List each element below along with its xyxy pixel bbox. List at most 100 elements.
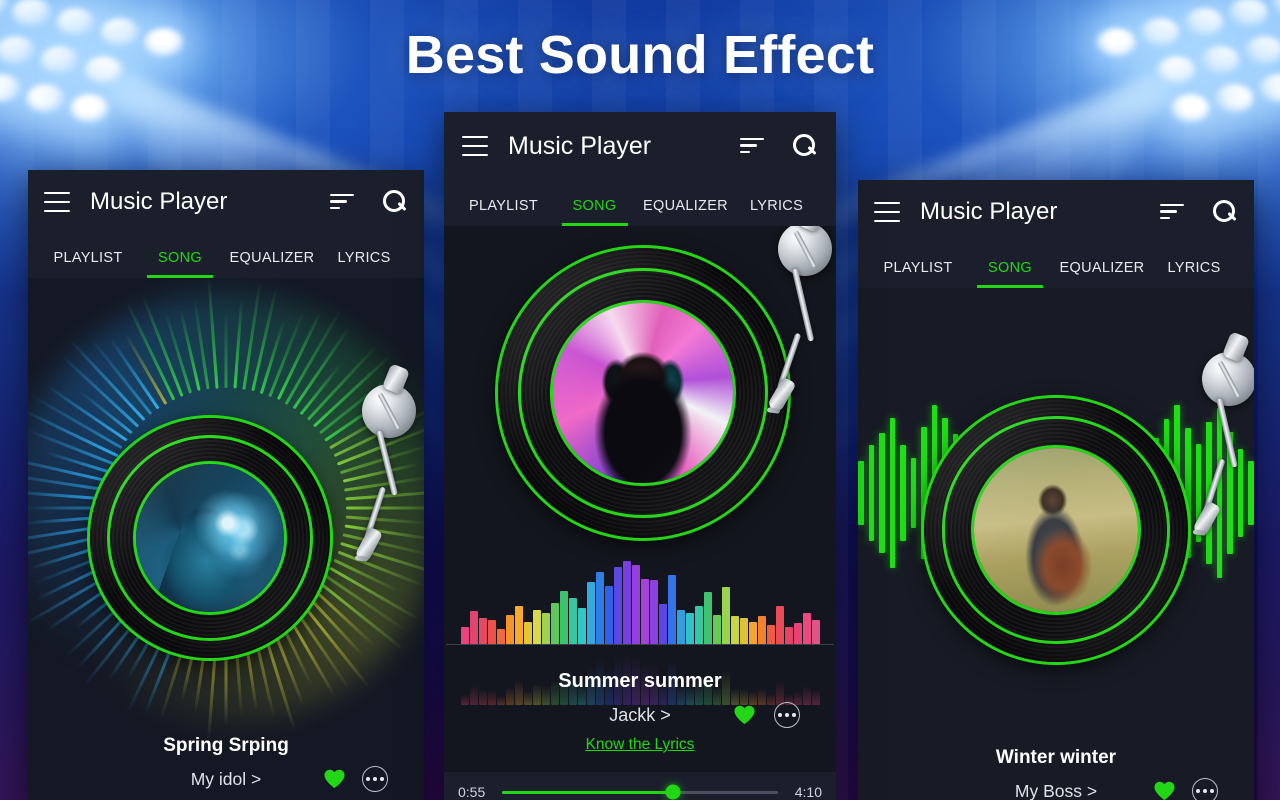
- green-bar: [910, 458, 917, 528]
- artist-row: My Boss >: [858, 776, 1254, 800]
- green-bar: [900, 445, 906, 541]
- tonearm-stylus: [766, 407, 781, 414]
- more-options-icon[interactable]: [774, 702, 800, 728]
- artist-name[interactable]: Jackk >: [609, 705, 671, 725]
- tab-playlist[interactable]: PLAYLIST: [42, 250, 134, 278]
- sort-icon[interactable]: [740, 138, 764, 154]
- visualizer-ray: [28, 490, 107, 501]
- elapsed-time: 0:55: [458, 784, 486, 800]
- tab-equalizer[interactable]: EQUALIZER: [226, 250, 318, 278]
- tonearm-stylus: [1192, 529, 1207, 536]
- visualizer-ray: [224, 310, 228, 388]
- tonearm-stylus: [354, 555, 369, 562]
- app-title: Music Player: [90, 188, 228, 215]
- search-icon[interactable]: [1212, 199, 1238, 225]
- equalizer-bar: [811, 620, 820, 644]
- equalizer-bar: [694, 606, 703, 644]
- app-title: Music Player: [920, 198, 1058, 225]
- hamburger-menu-icon[interactable]: [874, 202, 900, 222]
- tab-song[interactable]: SONG: [549, 198, 640, 226]
- equalizer-bar: [775, 606, 784, 644]
- equalizer-bar: [523, 622, 532, 644]
- song-title: Spring Srping: [163, 735, 289, 756]
- heart-icon[interactable]: [1153, 780, 1176, 800]
- tab-lyrics[interactable]: LYRICS: [1148, 260, 1240, 288]
- app-bar: Music Player: [444, 112, 836, 180]
- hamburger-menu-icon[interactable]: [44, 192, 70, 212]
- album-art: [135, 463, 285, 613]
- artist-row: My idol >: [28, 764, 424, 794]
- turntable-tonearm[interactable]: [328, 363, 424, 588]
- equalizer-bar: [748, 622, 757, 644]
- equalizer-bar: [649, 580, 658, 644]
- artist-name[interactable]: My Boss >: [1015, 781, 1097, 800]
- album-art-image: [135, 463, 285, 613]
- search-icon[interactable]: [382, 189, 408, 215]
- song-title: Summer summer: [558, 670, 722, 692]
- app-title: Music Player: [508, 131, 652, 160]
- visualizer-ray: [233, 299, 244, 389]
- album-art-image: [974, 448, 1138, 612]
- equalizer-bar: [541, 613, 550, 644]
- know-the-lyrics-link[interactable]: Know the Lyrics: [586, 736, 695, 754]
- sort-icon[interactable]: [1160, 204, 1184, 220]
- equalizer-bar: [577, 608, 586, 644]
- equalizer-bar: [478, 618, 487, 644]
- sort-icon[interactable]: [330, 194, 354, 210]
- equalizer-bar: [460, 627, 469, 644]
- album-art: [553, 303, 733, 483]
- vinyl-record[interactable]: [924, 398, 1188, 662]
- green-bar: [889, 418, 896, 568]
- equalizer-bar: [802, 613, 811, 644]
- equalizer-bar: [568, 598, 577, 644]
- more-options-icon[interactable]: [1192, 778, 1218, 800]
- tab-equalizer[interactable]: EQUALIZER: [640, 198, 731, 226]
- tab-playlist[interactable]: PLAYLIST: [872, 260, 964, 288]
- vinyl-record[interactable]: [90, 418, 330, 658]
- heart-icon[interactable]: [323, 768, 346, 789]
- player-screen: Winter winter My Boss >: [858, 288, 1254, 800]
- heart-icon[interactable]: [733, 704, 756, 725]
- artist-name[interactable]: My idol >: [191, 769, 262, 789]
- seek-track[interactable]: [502, 784, 778, 800]
- phone-screenshot-center: Music Player PLAYLIST SONG EQUALIZER LYR…: [444, 112, 836, 800]
- turntable-tonearm[interactable]: [1168, 331, 1254, 566]
- app-bar: Music Player: [858, 180, 1254, 244]
- seek-thumb[interactable]: [665, 784, 681, 800]
- green-bar: [879, 433, 885, 553]
- tab-playlist[interactable]: PLAYLIST: [458, 198, 549, 226]
- tab-song[interactable]: SONG: [964, 260, 1056, 288]
- equalizer-bar: [631, 565, 640, 644]
- player-screen: Spring Srping My idol >: [28, 278, 424, 800]
- tab-lyrics[interactable]: LYRICS: [318, 250, 410, 278]
- visualizer-ray: [28, 472, 108, 492]
- equalizer-bar: [496, 629, 505, 644]
- tab-equalizer[interactable]: EQUALIZER: [1056, 260, 1148, 288]
- now-playing-info: Summer summer Jackk > Know the Lyrics: [444, 670, 836, 754]
- page-title: Best Sound Effect: [405, 25, 875, 85]
- tab-song[interactable]: SONG: [134, 250, 226, 278]
- equalizer-bar: [487, 620, 496, 644]
- equalizer-bar: [793, 623, 802, 644]
- equalizer-bar: [739, 618, 748, 644]
- tonearm-upper: [791, 268, 815, 342]
- seek-bar[interactable]: 0:55 4:10: [444, 772, 836, 800]
- equalizer-bar: [658, 604, 667, 644]
- equalizer-bar: [595, 572, 604, 644]
- phone-screenshot-right: Music Player PLAYLIST SONG EQUALIZER LYR…: [858, 180, 1254, 800]
- tonearm-upper: [1216, 398, 1238, 468]
- equalizer-bar: [469, 611, 478, 644]
- tonearm-pivot: [1202, 352, 1254, 406]
- equalizer-bar: [766, 625, 775, 644]
- search-icon[interactable]: [792, 133, 818, 159]
- tab-bar: PLAYLIST SONG EQUALIZER LYRICS: [28, 234, 424, 278]
- equalizer-bars: [444, 556, 836, 644]
- turntable-tonearm[interactable]: [744, 226, 836, 446]
- player-screen: Summer summer Jackk > Know the Lyrics 0:…: [444, 226, 836, 800]
- equalizer-bar: [532, 610, 541, 644]
- hamburger-menu-icon[interactable]: [462, 136, 488, 156]
- album-art: [974, 448, 1138, 612]
- equalizer-bar: [604, 586, 613, 644]
- tab-lyrics[interactable]: LYRICS: [731, 198, 822, 226]
- more-options-icon[interactable]: [362, 766, 388, 792]
